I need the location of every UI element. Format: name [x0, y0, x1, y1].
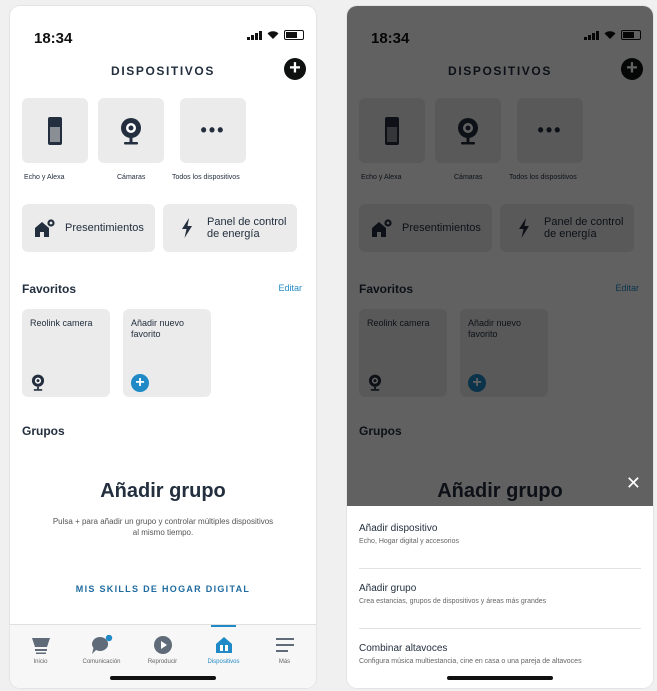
tab-label: Comunicación: [82, 659, 121, 665]
home-icon: [31, 638, 50, 654]
divider: [359, 628, 641, 629]
sheet-item-description: Crea estancias, grupos de dispositivos y…: [359, 598, 547, 605]
add-favorite-label-line1: Añadir nuevo: [131, 318, 185, 328]
tab-label: Reproducir: [147, 659, 178, 665]
favorite-label: Reolink camera: [30, 318, 93, 328]
category-cameras-tile[interactable]: [98, 98, 164, 163]
echo-speaker-icon: [48, 116, 62, 145]
add-favorite-label-line2: favorito: [131, 329, 161, 339]
presentimientos-label: Presentimientos: [65, 222, 144, 234]
sheet-item-description: Configura música multiestancia, cine en …: [359, 658, 582, 665]
house-gear-icon: [35, 219, 55, 237]
active-tab-indicator: [211, 625, 236, 627]
dim-overlay[interactable]: [347, 6, 653, 506]
energy-panel-label: Panel de control: [207, 216, 287, 228]
plus-circle-icon: +: [131, 374, 149, 392]
add-action-sheet: Añadir dispositivo Echo, Hogar digital y…: [347, 506, 653, 688]
add-button[interactable]: +: [284, 58, 306, 80]
devices-content: 18:34 DISPOSITIVOS + ••• Echo y Alexa Cá…: [10, 6, 316, 688]
battery-icon: [284, 30, 304, 40]
divider: [359, 568, 641, 569]
chat-icon: [91, 635, 112, 654]
groups-title: Grupos: [22, 424, 65, 438]
close-icon[interactable]: ✕: [626, 474, 641, 492]
add-favorite-label: Añadir nuevo favorito: [131, 318, 184, 340]
status-time: 18:34: [34, 30, 73, 47]
energy-panel-label: de energía: [207, 228, 260, 240]
category-label: Cámaras: [117, 174, 146, 181]
tab-label: Inicio: [33, 659, 48, 665]
home-indicator: [110, 676, 216, 680]
signal-icon: [247, 30, 262, 40]
tab-inicio[interactable]: Inicio: [10, 625, 71, 675]
presentimientos-button[interactable]: Presentimientos: [22, 204, 155, 252]
devices-icon: [215, 637, 232, 653]
tab-dispositivos[interactable]: Dispositivos: [193, 625, 254, 675]
devices-screen-with-add-sheet: 18:34 DISPOSITIVOS + ••• Echo y Alexa Cá…: [347, 6, 653, 688]
add-favorite-card[interactable]: Añadir nuevo favorito +: [123, 309, 211, 397]
devices-screen: 18:34 DISPOSITIVOS + ••• Echo y Alexa Cá…: [10, 6, 316, 688]
wifi-icon: [267, 31, 279, 39]
add-group-description: Pulsa + para añadir un grupo y controlar…: [52, 517, 274, 537]
tab-label: Dispositivos: [207, 659, 240, 665]
category-label: Echo y Alexa: [24, 174, 65, 181]
smart-home-skills-link[interactable]: MIS SKILLS DE HOGAR DIGITAL: [10, 584, 316, 594]
sheet-item-combine-speakers[interactable]: Combinar altavoces Configura música mult…: [359, 643, 641, 665]
category-all-tile[interactable]: •••: [180, 98, 246, 163]
sheet-item-description: Echo, Hogar digital y accesorios: [359, 538, 459, 545]
sheet-item-title: Añadir grupo: [359, 583, 417, 594]
energy-panel-button[interactable]: Panel de control de energía: [163, 204, 297, 252]
camera-icon: [31, 374, 45, 391]
favorites-title: Favoritos: [22, 282, 77, 296]
home-indicator: [447, 676, 553, 680]
page-title: DISPOSITIVOS: [111, 64, 215, 78]
add-group-title: Añadir grupo: [100, 480, 226, 502]
menu-icon: [275, 638, 294, 652]
favorite-reolink-card[interactable]: Reolink camera: [22, 309, 110, 397]
sheet-item-title: Añadir dispositivo: [359, 523, 438, 534]
tab-mas[interactable]: Más: [254, 625, 315, 675]
lightning-icon: [182, 218, 192, 238]
status-icons: [247, 30, 304, 40]
camera-icon: [121, 117, 141, 144]
category-echo-tile[interactable]: [22, 98, 88, 163]
tab-comunicacion[interactable]: Comunicación: [71, 625, 132, 675]
edit-favorites-link[interactable]: Editar: [278, 283, 302, 293]
tab-reproducir[interactable]: Reproducir: [132, 625, 193, 675]
tab-label: Más: [278, 659, 291, 665]
sheet-item-add-group[interactable]: Añadir grupo Crea estancias, grupos de d…: [359, 583, 641, 605]
sheet-item-add-device[interactable]: Añadir dispositivo Echo, Hogar digital y…: [359, 523, 641, 545]
sheet-item-title: Combinar altavoces: [359, 643, 448, 654]
more-dots-icon: •••: [200, 120, 226, 140]
category-label: Todos los dispositivos: [172, 174, 240, 181]
play-icon: [153, 636, 172, 654]
